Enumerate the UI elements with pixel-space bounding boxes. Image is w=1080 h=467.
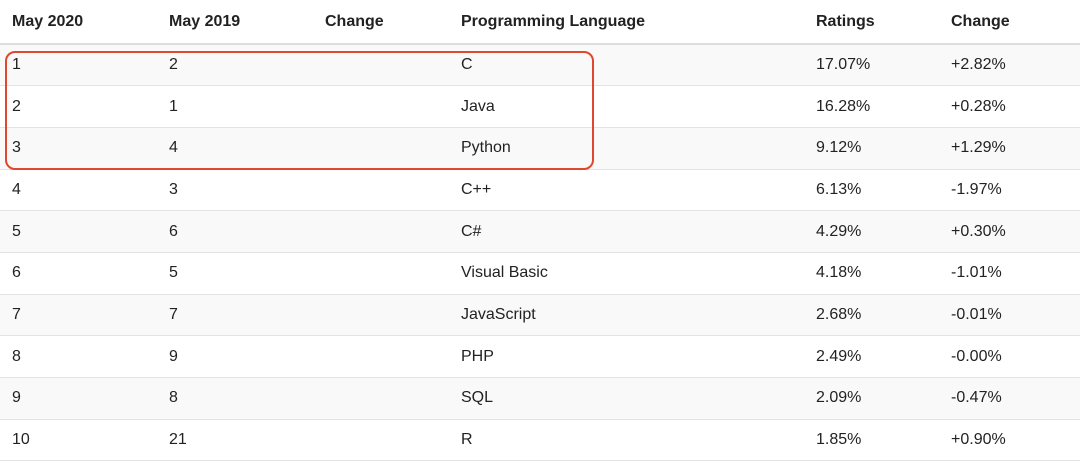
rank-2019: 2 (157, 44, 313, 87)
rating-change: +0.90% (939, 419, 1080, 462)
language-name: Java (449, 85, 804, 128)
rating: 2.49% (804, 335, 939, 378)
rating: 4.29% (804, 210, 939, 253)
table-row: 4 3 C++ 6.13% -1.97% (0, 169, 1080, 212)
table-row: 10 21 R 1.85% +0.90% (0, 419, 1080, 462)
language-name: Python (449, 127, 804, 170)
language-ranking-table: May 2020 May 2019 Change Programming Lan… (0, 0, 1080, 462)
rank-2019: 9 (157, 335, 313, 378)
language-name: C++ (449, 169, 804, 212)
rank-2020: 5 (0, 210, 157, 253)
header-change-rating: Change (939, 0, 1080, 45)
table-row: 6 5 Visual Basic 4.18% -1.01% (0, 252, 1080, 295)
rating-change: -1.97% (939, 169, 1080, 212)
table-body: 1 2 C 17.07% +2.82% 2 1 Java 16.28% +0.2… (0, 44, 1080, 462)
rating: 6.13% (804, 169, 939, 212)
header-programming-language: Programming Language (449, 0, 804, 45)
rank-change (313, 85, 449, 128)
rating-change: +0.30% (939, 210, 1080, 253)
language-name: SQL (449, 377, 804, 420)
rank-2019: 5 (157, 252, 313, 295)
rating: 1.85% (804, 419, 939, 462)
table-row: 1 2 C 17.07% +2.82% (0, 44, 1080, 87)
rank-2019: 3 (157, 169, 313, 212)
rating-change: +1.29% (939, 127, 1080, 170)
rank-change (313, 210, 449, 253)
rank-2019: 7 (157, 294, 313, 337)
rating: 2.09% (804, 377, 939, 420)
header-ratings: Ratings (804, 0, 939, 45)
language-name: JavaScript (449, 294, 804, 337)
rank-change (313, 335, 449, 378)
rank-2019: 6 (157, 210, 313, 253)
rank-2020: 2 (0, 85, 157, 128)
rank-2020: 4 (0, 169, 157, 212)
table-row: 3 4 Python 9.12% +1.29% (0, 127, 1080, 170)
rank-2020: 6 (0, 252, 157, 295)
rank-change (313, 419, 449, 462)
rank-2019: 8 (157, 377, 313, 420)
rank-change (313, 44, 449, 87)
rank-change (313, 252, 449, 295)
rank-2020: 9 (0, 377, 157, 420)
rating-change: -1.01% (939, 252, 1080, 295)
table-row: 7 7 JavaScript 2.68% -0.01% (0, 294, 1080, 337)
rank-change (313, 169, 449, 212)
rank-2019: 4 (157, 127, 313, 170)
header-may-2019: May 2019 (157, 0, 313, 45)
rating: 2.68% (804, 294, 939, 337)
rating: 4.18% (804, 252, 939, 295)
rating: 16.28% (804, 85, 939, 128)
rating-change: -0.01% (939, 294, 1080, 337)
rank-2019: 1 (157, 85, 313, 128)
rank-2020: 10 (0, 419, 157, 462)
rating-change: +2.82% (939, 44, 1080, 87)
rank-change (313, 294, 449, 337)
rating-change: -0.47% (939, 377, 1080, 420)
header-change-rank: Change (313, 0, 449, 45)
rating: 9.12% (804, 127, 939, 170)
rank-change (313, 127, 449, 170)
table-row: 9 8 SQL 2.09% -0.47% (0, 377, 1080, 420)
rating-change: +0.28% (939, 85, 1080, 128)
table-header: May 2020 May 2019 Change Programming Lan… (0, 0, 1080, 45)
rating: 17.07% (804, 44, 939, 87)
header-may-2020: May 2020 (0, 0, 157, 45)
rank-change (313, 377, 449, 420)
language-name: Visual Basic (449, 252, 804, 295)
header-row: May 2020 May 2019 Change Programming Lan… (0, 0, 1080, 45)
table-row: 5 6 C# 4.29% +0.30% (0, 210, 1080, 253)
rank-2020: 3 (0, 127, 157, 170)
rank-2020: 8 (0, 335, 157, 378)
rank-2020: 1 (0, 44, 157, 87)
table-row: 8 9 PHP 2.49% -0.00% (0, 335, 1080, 378)
language-name: PHP (449, 335, 804, 378)
rank-2020: 7 (0, 294, 157, 337)
language-name: C (449, 44, 804, 87)
table-row: 2 1 Java 16.28% +0.28% (0, 85, 1080, 128)
language-name: R (449, 419, 804, 462)
rating-change: -0.00% (939, 335, 1080, 378)
rank-2019: 21 (157, 419, 313, 462)
language-name: C# (449, 210, 804, 253)
